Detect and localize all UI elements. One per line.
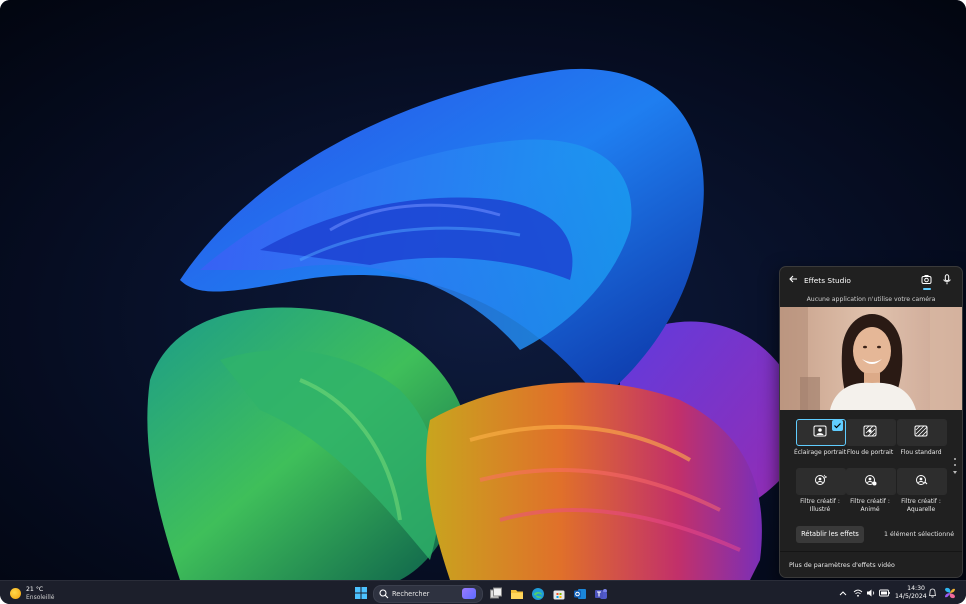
show-hidden-icons-icon[interactable] <box>839 589 847 597</box>
back-arrow-icon[interactable] <box>788 274 798 284</box>
volume-icon[interactable] <box>866 588 876 598</box>
standard-blur-icon <box>914 425 928 437</box>
creative-filter-icon <box>815 474 827 485</box>
more-video-settings-link[interactable]: Plus de paramètres d'effets vidéo <box>780 551 962 577</box>
camera-icon[interactable] <box>921 274 932 285</box>
file-explorer-icon[interactable] <box>510 586 524 600</box>
tile-label: Filtre créatif : Aquarelle <box>901 498 941 513</box>
edge-icon[interactable] <box>531 586 545 600</box>
selected-count-text: 1 élément sélectionné <box>884 531 955 538</box>
selected-check-icon <box>832 420 843 431</box>
effect-tile-illustrated[interactable] <box>796 468 846 495</box>
search-icon <box>379 589 389 599</box>
tab-indicator <box>923 288 931 290</box>
search-placeholder: Rechercher <box>392 590 430 598</box>
creative-filter-icon <box>865 475 877 486</box>
search-highlight-icon <box>462 588 476 599</box>
more-settings-label: Plus de paramètres d'effets vidéo <box>789 562 895 569</box>
portrait-blur-icon <box>863 425 877 437</box>
copilot-icon[interactable] <box>943 586 957 600</box>
tile-label: Filtre créatif : Animé <box>850 498 890 513</box>
effect-tile-portrait-blur[interactable] <box>846 419 896 446</box>
windows-start-icon[interactable] <box>355 587 367 599</box>
camera-status-text: Aucune application n'utilise votre camér… <box>806 296 936 303</box>
sun-icon[interactable] <box>10 588 21 599</box>
creative-filter-icon <box>916 475 928 485</box>
effect-tile-animated[interactable] <box>846 468 896 495</box>
task-view-icon[interactable] <box>489 586 503 600</box>
panel-header: Effets Studio <box>780 267 962 293</box>
wifi-icon[interactable] <box>853 588 863 598</box>
reset-effects-button[interactable]: Rétablir les effets <box>796 526 864 543</box>
taskbar-search-box[interactable]: Rechercher <box>373 585 483 603</box>
desktop-screen: Effets Studio Aucune application n'utili… <box>0 0 966 604</box>
taskbar: 21 °C Ensoleillé Rechercher 14:30 14/5/2… <box>0 580 966 604</box>
clock-date[interactable]: 14/5/2024 <box>895 593 927 600</box>
teams-icon[interactable] <box>594 586 608 600</box>
panel-title: Effets Studio <box>804 276 851 285</box>
outlook-icon[interactable] <box>573 586 587 600</box>
effect-tile-standard-blur[interactable] <box>897 419 947 446</box>
effect-tile-watercolor[interactable] <box>897 468 947 495</box>
camera-preview <box>780 307 962 410</box>
tile-label: Flou standard <box>900 449 942 456</box>
store-icon[interactable] <box>552 586 566 600</box>
clock-time[interactable]: 14:30 <box>905 585 925 592</box>
weather-temperature[interactable]: 21 °C <box>26 586 43 593</box>
weather-condition[interactable]: Ensoleillé <box>26 594 54 601</box>
tile-label: Filtre créatif : Illustré <box>800 498 840 513</box>
effects-studio-panel: Effets Studio Aucune application n'utili… <box>779 266 963 578</box>
tile-label: Flou de portrait <box>846 449 894 456</box>
tile-label: Éclairage portrait <box>793 449 847 456</box>
portrait-light-icon <box>813 425 827 437</box>
notification-bell-icon[interactable] <box>928 588 937 598</box>
microphone-icon[interactable] <box>942 274 952 285</box>
battery-icon[interactable] <box>879 589 890 597</box>
scroll-indicator[interactable] <box>952 456 958 482</box>
